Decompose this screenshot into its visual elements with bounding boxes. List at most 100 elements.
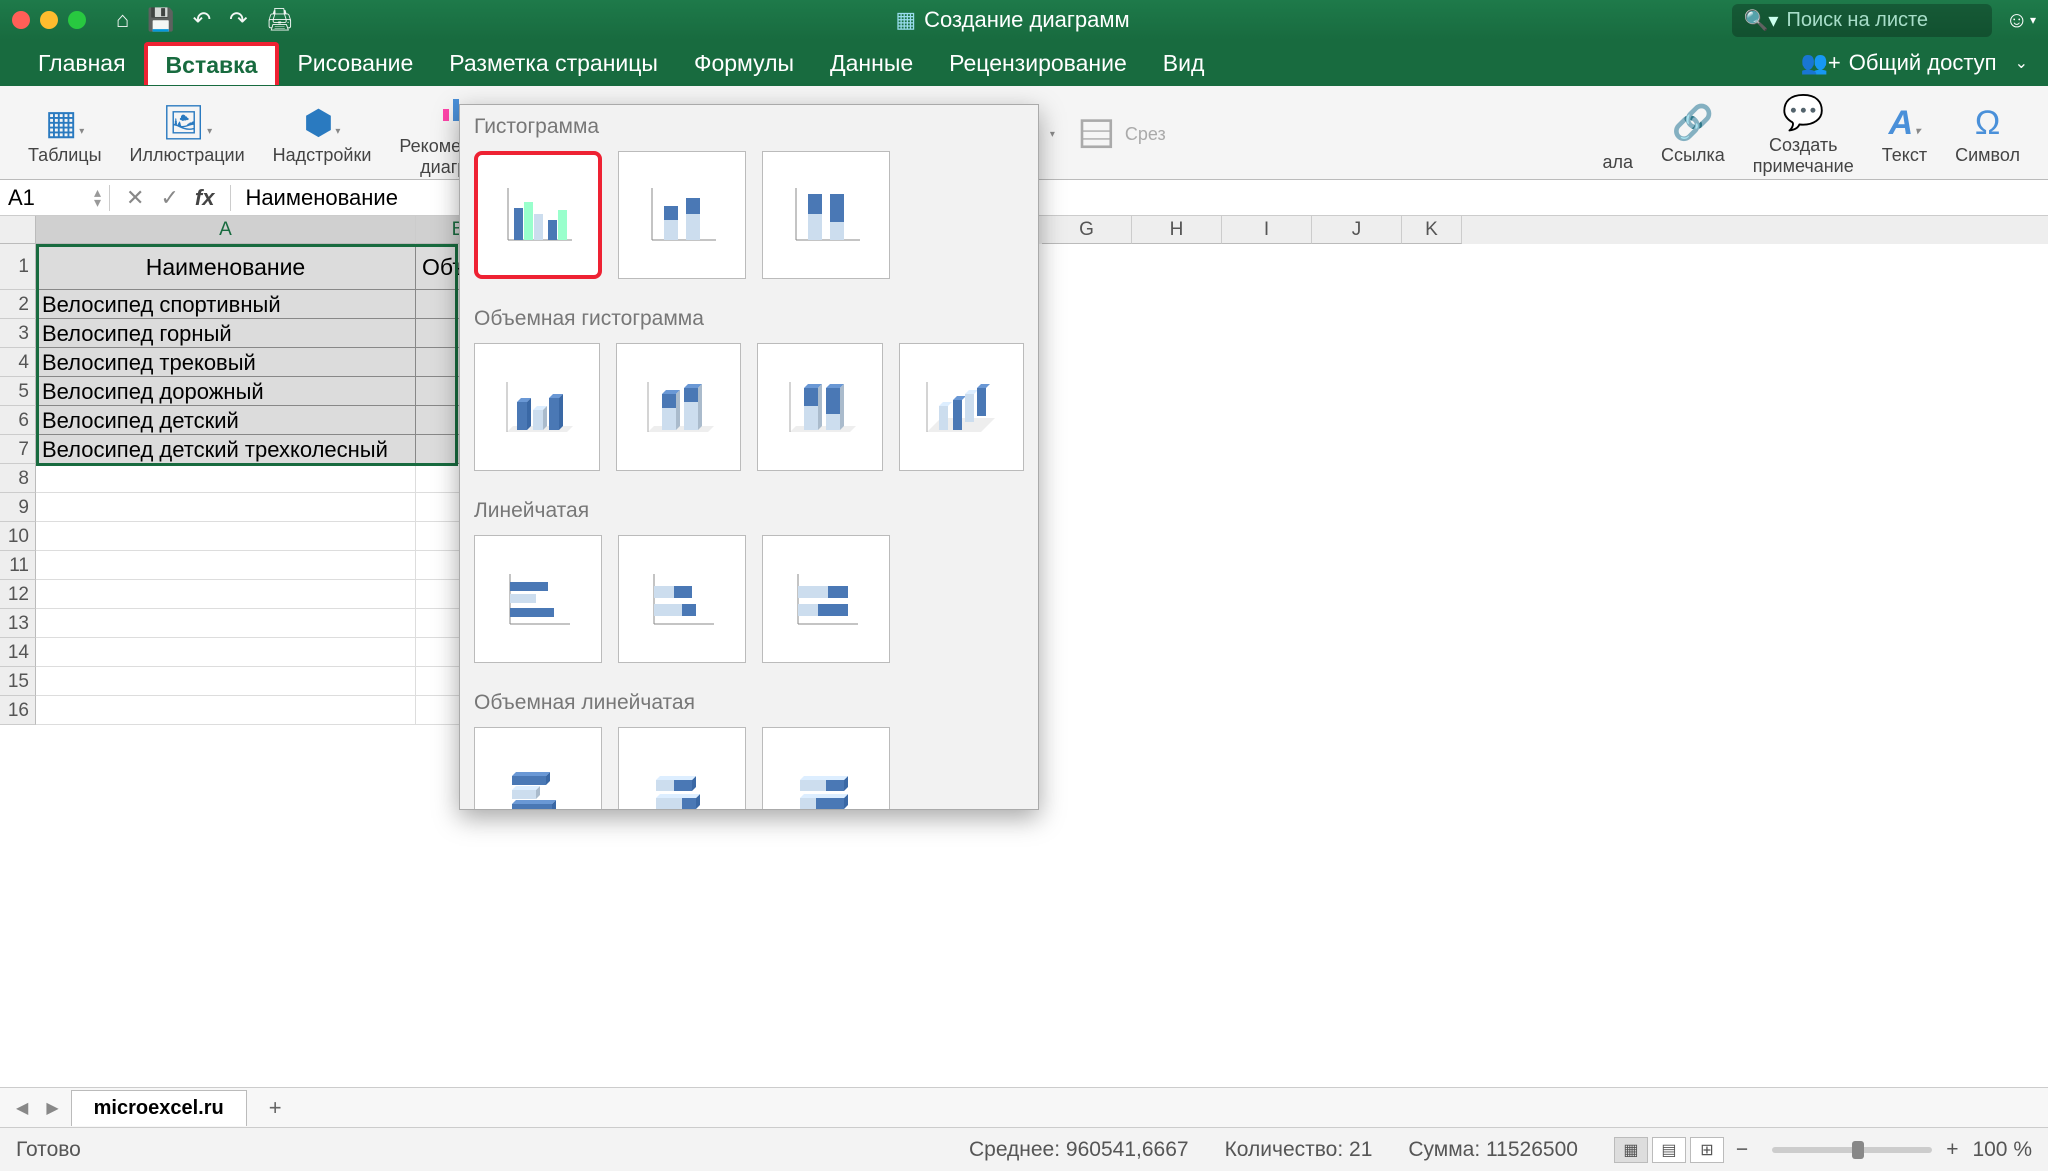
share-icon: 👥+	[1801, 50, 1841, 76]
slicer-button[interactable]: Срез	[1071, 93, 1172, 177]
row-header[interactable]: 3	[0, 319, 36, 348]
col-header-h[interactable]: H	[1132, 216, 1222, 244]
row-header[interactable]: 5	[0, 377, 36, 406]
100-stacked-bar-option[interactable]	[762, 535, 890, 663]
view-page-layout-button[interactable]: ▤	[1652, 1137, 1686, 1163]
col-header-k[interactable]: K	[1402, 216, 1462, 244]
search-sheet-input[interactable]: 🔍▾ Поиск на листе	[1732, 4, 1992, 37]
text-button[interactable]: А▾ Текст	[1868, 93, 1941, 177]
row-header[interactable]: 10	[0, 522, 36, 551]
view-normal-button[interactable]: ▦	[1614, 1137, 1648, 1163]
add-sheet-button[interactable]: +	[253, 1089, 298, 1127]
row-header[interactable]: 12	[0, 580, 36, 609]
comment-button[interactable]: 💬 Создать примечание	[1739, 93, 1868, 177]
3d-100-stacked-column-option[interactable]	[757, 343, 883, 471]
tab-draw[interactable]: Рисование	[279, 44, 431, 83]
row-header[interactable]: 4	[0, 348, 36, 377]
cell[interactable]	[36, 493, 416, 522]
fx-icon[interactable]: fx	[195, 185, 215, 211]
3d-stacked-bar-option[interactable]	[618, 727, 746, 810]
table-cell[interactable]: Велосипед горный	[36, 319, 416, 348]
maximize-window-dot[interactable]	[68, 11, 86, 29]
row-header[interactable]: 14	[0, 638, 36, 667]
feedback-button[interactable]: ☺ ▾	[2006, 7, 2037, 33]
tab-insert[interactable]: Вставка	[144, 42, 280, 85]
clustered-bar-option[interactable]	[474, 535, 602, 663]
3d-column-option[interactable]	[899, 343, 1025, 471]
row-header[interactable]: 7	[0, 435, 36, 464]
sheet-nav-next[interactable]: ▶	[40, 1098, 64, 1118]
share-button[interactable]: 👥+ Общий доступ ⌄	[1801, 50, 2028, 76]
select-all-corner[interactable]	[0, 216, 36, 244]
row-header[interactable]: 11	[0, 551, 36, 580]
undo-icon[interactable]: ↶	[193, 7, 211, 33]
col-header-a[interactable]: A	[36, 216, 416, 244]
row-header[interactable]: 15	[0, 667, 36, 696]
100-stacked-column-option[interactable]	[762, 151, 890, 279]
clustered-column-option[interactable]	[474, 151, 602, 279]
row-header[interactable]: 1	[0, 244, 36, 290]
save-icon[interactable]: 💾	[147, 7, 174, 33]
table-cell[interactable]: Велосипед трековый	[36, 348, 416, 377]
col-header-g[interactable]: G	[1042, 216, 1132, 244]
stacked-bar-option[interactable]	[618, 535, 746, 663]
home-icon[interactable]: ⌂	[116, 7, 129, 33]
row-header[interactable]: 6	[0, 406, 36, 435]
cell[interactable]	[36, 609, 416, 638]
cell[interactable]	[36, 667, 416, 696]
tab-formulas[interactable]: Формулы	[676, 44, 812, 83]
cell[interactable]	[36, 580, 416, 609]
row-header[interactable]: 9	[0, 493, 36, 522]
cell[interactable]	[36, 696, 416, 725]
addins-button[interactable]: ⬢▾ Надстройки	[259, 93, 386, 177]
tab-review[interactable]: Рецензирование	[931, 44, 1145, 83]
text-icon: А▾	[1889, 104, 1921, 143]
cell[interactable]	[36, 551, 416, 580]
accept-formula-icon[interactable]: ✓	[160, 185, 178, 211]
tab-view[interactable]: Вид	[1145, 44, 1223, 83]
row-header[interactable]: 2	[0, 290, 36, 319]
redo-icon[interactable]: ↷	[229, 7, 247, 33]
row-header[interactable]: 16	[0, 696, 36, 725]
link-button[interactable]: 🔗 Ссылка	[1647, 93, 1739, 177]
print-icon[interactable]: 🖨	[266, 7, 294, 33]
tab-home[interactable]: Главная	[20, 44, 144, 83]
close-window-dot[interactable]	[12, 11, 30, 29]
cancel-formula-icon[interactable]: ✕	[126, 185, 144, 211]
stacked-column-option[interactable]	[618, 151, 746, 279]
zoom-in-button[interactable]: +	[1946, 1138, 1958, 1162]
col-header-i[interactable]: I	[1222, 216, 1312, 244]
sheet-tab[interactable]: microexcel.ru	[71, 1090, 247, 1126]
cell[interactable]	[36, 638, 416, 667]
3d-clustered-column-option[interactable]	[474, 343, 600, 471]
table-cell[interactable]: Велосипед детский трехколесный	[36, 435, 416, 464]
table-header-cell[interactable]: Наименование	[36, 244, 416, 290]
row-header[interactable]: 13	[0, 609, 36, 638]
sheet-nav-prev[interactable]: ◀	[10, 1098, 34, 1118]
dd-section-bar: Линейчатая	[460, 489, 1038, 529]
tab-page-layout[interactable]: Разметка страницы	[431, 44, 676, 83]
omega-icon: Ω	[1975, 104, 2000, 143]
view-page-break-button[interactable]: ⊞	[1690, 1137, 1724, 1163]
table-cell[interactable]: Велосипед дорожный	[36, 377, 416, 406]
3d-clustered-bar-option[interactable]	[474, 727, 602, 810]
tab-data[interactable]: Данные	[812, 44, 931, 83]
col-header-j[interactable]: J	[1312, 216, 1402, 244]
table-cell[interactable]: Велосипед спортивный	[36, 290, 416, 319]
comment-icon: 💬	[1782, 93, 1824, 133]
illustrations-button[interactable]: 🖼▾ Иллюстрации	[116, 93, 259, 177]
zoom-slider[interactable]	[1772, 1147, 1932, 1153]
3d-stacked-column-option[interactable]	[616, 343, 742, 471]
minimize-window-dot[interactable]	[40, 11, 58, 29]
zoom-out-button[interactable]: −	[1736, 1138, 1748, 1162]
symbol-button[interactable]: Ω Символ	[1941, 93, 2034, 177]
3d-100-stacked-bar-option[interactable]	[762, 727, 890, 810]
cell[interactable]	[36, 464, 416, 493]
formula-input[interactable]: Наименование	[231, 185, 412, 211]
name-box[interactable]: A1 ▴▾	[0, 185, 110, 211]
table-cell[interactable]: Велосипед детский	[36, 406, 416, 435]
row-header[interactable]: 8	[0, 464, 36, 493]
zoom-level[interactable]: 100 %	[1972, 1138, 2032, 1162]
cell[interactable]	[36, 522, 416, 551]
tables-button[interactable]: ▦▾ Таблицы	[14, 93, 116, 177]
